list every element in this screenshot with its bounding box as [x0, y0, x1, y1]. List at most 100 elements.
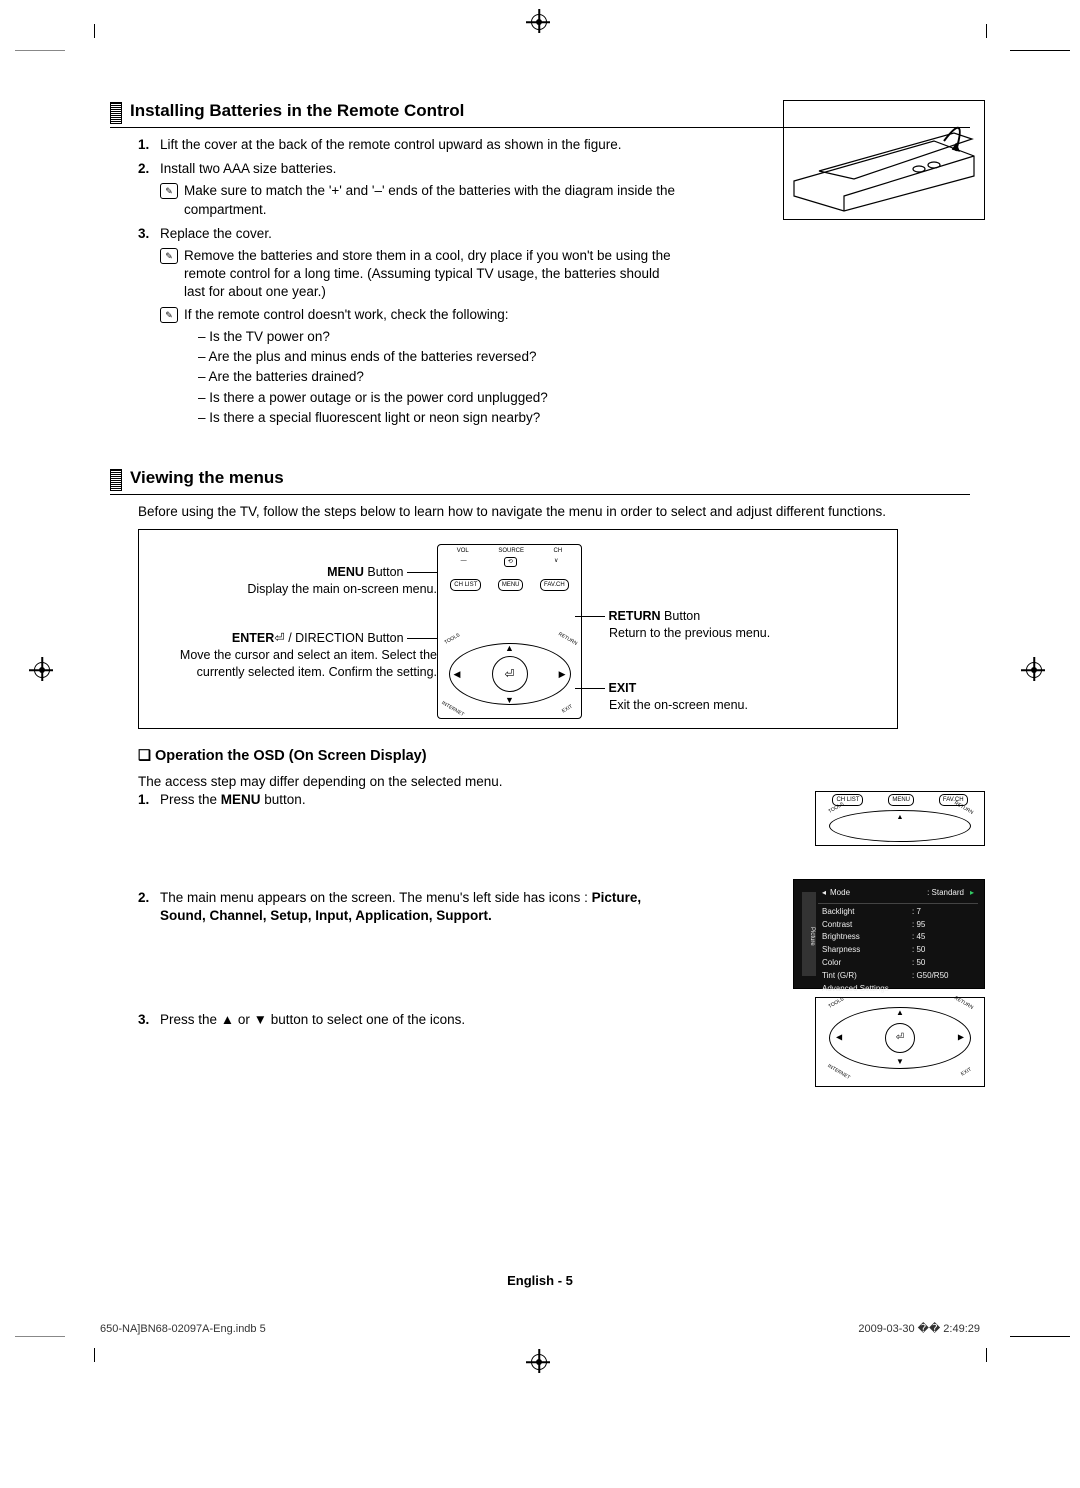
- note-icon: ✎: [160, 248, 178, 264]
- step-text: Press the MENU button.: [160, 792, 306, 807]
- enter-knob-icon: ⏎: [885, 1023, 915, 1053]
- enter-label-bold: ENTER: [232, 631, 274, 645]
- crop-mark: [94, 1348, 95, 1362]
- figure-direction-ring: ⏎ ▲ ▼ ◀ ▶ TOOLS RETURN INTERNET EXIT: [815, 997, 985, 1087]
- return-label-bold: RETURN: [608, 609, 660, 623]
- figure-osd-menu: Picture ◂ Mode : Standard ▸ Backlight: 7…: [793, 879, 985, 989]
- ring-label: INTERNET: [826, 1063, 851, 1081]
- heading-ornament-icon: [110, 102, 122, 124]
- callout-line: [407, 572, 437, 573]
- source-icon: ⟲: [504, 557, 517, 567]
- osd-step-1: 1. Press the MENU button.: [138, 791, 678, 809]
- remote-center-graphic: VOL SOURCE CH — ⟲ ∨ CH LIST MENU FAV.CH …: [437, 544, 582, 719]
- note-icon: ✎: [160, 183, 178, 199]
- check-item: Are the batteries drained?: [198, 368, 678, 386]
- return-desc: Return to the previous menu.: [575, 625, 770, 642]
- ring-label: EXIT: [960, 1067, 973, 1078]
- direction-ring-icon: ⏎ ▲ ▼ ◀ ▶ TOOLS RETURN INTERNET EXIT: [449, 643, 571, 705]
- registration-mark-right: [1026, 662, 1042, 678]
- crop-mark: [986, 24, 987, 38]
- menu-desc: Display the main on-screen menu.: [247, 582, 437, 596]
- exit-label-bold: EXIT: [608, 681, 636, 695]
- note-text: Remove the batteries and store them in a…: [184, 248, 671, 299]
- figure-battery-cover: [783, 100, 985, 220]
- ring-label: RETURN: [953, 995, 974, 1011]
- step-text: Press the ▲ or ▼ button to select one of…: [160, 1012, 465, 1027]
- return-label: Button: [661, 609, 701, 623]
- osd-sidebar-label: Picture: [802, 892, 816, 976]
- registration-mark-left: [34, 662, 50, 678]
- btn-label: SOURCE: [498, 547, 524, 555]
- figure-menu-button: CH LIST MENU FAV.CH TOOLS RETURN ▲: [815, 791, 985, 846]
- section-title: Viewing the menus: [122, 467, 284, 494]
- note-icon: ✎: [160, 307, 178, 323]
- crop-mark: [94, 24, 95, 38]
- menu-button-icon: MENU: [498, 579, 524, 591]
- section-installing-batteries: Installing Batteries in the Remote Contr…: [110, 100, 970, 427]
- note-item: ✎ If the remote control doesn't work, ch…: [160, 306, 678, 427]
- step-text: The main menu appears on the screen. The…: [160, 890, 641, 923]
- arrow-right-icon: ▶: [958, 1033, 964, 1044]
- crop-mark: [1010, 50, 1070, 51]
- btn-label: CH: [554, 547, 563, 555]
- btn-label: VOL: [457, 547, 469, 555]
- arrow-left-icon: ◀: [454, 668, 461, 680]
- favch-button-icon: FAV.CH: [540, 579, 569, 591]
- crop-mark: [15, 1336, 65, 1337]
- page-number: English - 5: [507, 1272, 573, 1290]
- heading-ornament-icon: [110, 469, 122, 491]
- crop-mark: [986, 1348, 987, 1362]
- osd-intro: The access step may differ depending on …: [110, 773, 970, 791]
- arrow-down-icon: ▼: [505, 694, 514, 706]
- osd-header-left: Mode: [830, 888, 850, 899]
- check-item: Is there a power outage or is the power …: [198, 389, 678, 407]
- menu-button-icon: MENU: [888, 794, 914, 806]
- osd-step-2: 2. The main menu appears on the screen. …: [138, 889, 678, 925]
- check-item: Are the plus and minus ends of the batte…: [198, 348, 678, 366]
- section-heading: Viewing the menus: [110, 467, 970, 495]
- menu-label: Button: [364, 565, 404, 579]
- exit-desc: Exit the on-screen menu.: [575, 697, 748, 714]
- check-item: Is there a special fluorescent light or …: [198, 409, 678, 427]
- step-2: 2. Install two AAA size batteries. ✎ Mak…: [138, 160, 678, 219]
- enter-label: / DIRECTION Button: [285, 631, 404, 645]
- arrow-right-icon: ▶: [559, 668, 566, 680]
- check-item: Is the TV power on?: [198, 328, 678, 346]
- note-text: Make sure to match the '+' and '–' ends …: [184, 183, 675, 216]
- step-text: Replace the cover.: [160, 226, 272, 241]
- step-text: Install two AAA size batteries.: [160, 161, 336, 176]
- chlist-button-icon: CH LIST: [450, 579, 481, 591]
- callout-line: [407, 638, 437, 639]
- step-text: Lift the cover at the back of the remote…: [160, 137, 622, 152]
- chevron-down-icon: ∨: [554, 557, 558, 567]
- minus-icon: —: [461, 557, 467, 567]
- osd-steps-list: 1. Press the MENU button. 2. The main me…: [110, 791, 678, 1029]
- registration-mark-bottom: [531, 1354, 547, 1370]
- remote-diagram: MENU Button Display the main on-screen m…: [138, 529, 898, 729]
- menu-label-bold: MENU: [327, 565, 364, 579]
- crop-mark: [1010, 1336, 1070, 1337]
- section-title: Installing Batteries in the Remote Contr…: [122, 100, 464, 127]
- crop-mark: [15, 50, 65, 51]
- note-item: ✎ Remove the batteries and store them in…: [160, 247, 678, 302]
- arrow-up-icon: ▲: [505, 642, 514, 654]
- osd-subheading: Operation the OSD (On Screen Display): [138, 747, 970, 767]
- footer-file-info: 650-NA]BN68-02097A-Eng.indb 5: [100, 1322, 266, 1337]
- enter-sym: ⏎: [274, 631, 284, 645]
- footer-timestamp: 2009-03-30 �� 2:49:29: [858, 1322, 980, 1337]
- registration-mark-top: [531, 14, 547, 30]
- enter-knob-icon: ⏎: [492, 656, 528, 692]
- section-viewing-menus: Viewing the menus Before using the TV, f…: [110, 467, 970, 1091]
- ring-label: RETURN: [556, 632, 577, 648]
- battery-steps-list: 1. Lift the cover at the back of the rem…: [110, 136, 678, 427]
- arrow-up-icon: ▲: [897, 813, 904, 822]
- note-text: If the remote control doesn't work, chec…: [184, 307, 509, 322]
- arrow-up-icon: ▲: [896, 1008, 904, 1019]
- osd-header-right: : Standard: [850, 888, 964, 899]
- arrow-down-icon: ▼: [896, 1057, 904, 1068]
- step-1: 1. Lift the cover at the back of the rem…: [138, 136, 678, 154]
- step-3: 3. Replace the cover. ✎ Remove the batte…: [138, 225, 678, 427]
- ring-label: INTERNET: [439, 700, 464, 718]
- note-item: ✎ Make sure to match the '+' and '–' end…: [160, 182, 678, 218]
- troubleshoot-list: Is the TV power on? Are the plus and min…: [184, 328, 678, 427]
